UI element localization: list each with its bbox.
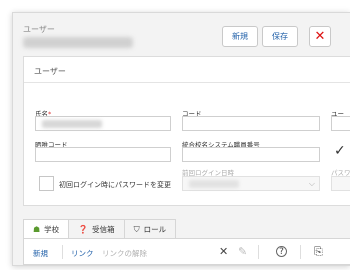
tab-school[interactable]: ☗ 学校	[23, 219, 70, 239]
login-code-field[interactable]	[35, 147, 171, 162]
panel-title: ユーザー	[34, 67, 66, 76]
tab-inbox-label: 受信箱	[92, 225, 115, 234]
help-icon[interactable]: ?	[276, 246, 287, 257]
toolbar-unlink-button: リンクの解除	[102, 249, 147, 258]
last-login-value-blurred	[189, 180, 239, 188]
user-form-panel: ユーザー 氏名* コード ユー 晒唯コード 統合校名システム職員番号 ✓ 初回ロ…	[23, 56, 350, 206]
name-value-blurred	[42, 120, 102, 128]
edit-icon[interactable]: ✎	[238, 245, 247, 258]
divider	[300, 245, 301, 259]
dialog-title: ユーザー	[23, 25, 55, 34]
code-field[interactable]	[182, 116, 320, 131]
tab-role-label: ロール	[143, 225, 167, 234]
password-change-checkbox[interactable]	[39, 176, 54, 191]
last-login-field: ⌵	[182, 176, 320, 191]
password-cut-field	[331, 176, 350, 191]
school-icon: ☗	[33, 225, 41, 234]
divider	[62, 245, 63, 259]
password-change-label: 初回ログイン時にパスワードを変更	[59, 181, 171, 189]
related-tabs: ☗ 学校 ❓ 受信箱 ⛉ ロール	[23, 219, 177, 239]
user-cut-field[interactable]	[331, 116, 350, 131]
user-name-blurred	[23, 37, 133, 48]
role-icon: ⛉	[133, 224, 140, 234]
save-button[interactable]: 保存	[262, 26, 298, 47]
divider	[24, 82, 350, 83]
inbox-icon: ❓	[78, 225, 89, 234]
delete-icon[interactable]: ✕	[219, 245, 228, 258]
close-button[interactable]: ✕	[309, 26, 331, 47]
check-icon[interactable]: ✓	[334, 144, 346, 158]
export-icon[interactable]: ⎘	[314, 245, 323, 259]
toolbar-link-button[interactable]: リンク	[71, 248, 94, 259]
tab-role[interactable]: ⛉ ロール	[123, 219, 177, 239]
subgrid-toolbar: 新規 リンク リンクの解除 ✕ ✎ ? ⎘	[23, 238, 350, 265]
staff-number-field[interactable]	[182, 147, 320, 162]
close-icon: ✕	[314, 29, 326, 44]
new-button[interactable]: 新規	[222, 26, 258, 47]
chevron-down-icon: ⌵	[308, 179, 315, 188]
tab-school-label: 学校	[44, 225, 60, 234]
name-field[interactable]	[35, 116, 171, 131]
tab-inbox[interactable]: ❓ 受信箱	[68, 219, 125, 239]
user-dialog: ユーザー 新規 保存 ✕ ユーザー 氏名* コード ユー 晒唯コード 統合校名シ…	[12, 12, 350, 266]
divider	[258, 245, 259, 259]
toolbar-new-button[interactable]: 新規	[33, 248, 48, 259]
